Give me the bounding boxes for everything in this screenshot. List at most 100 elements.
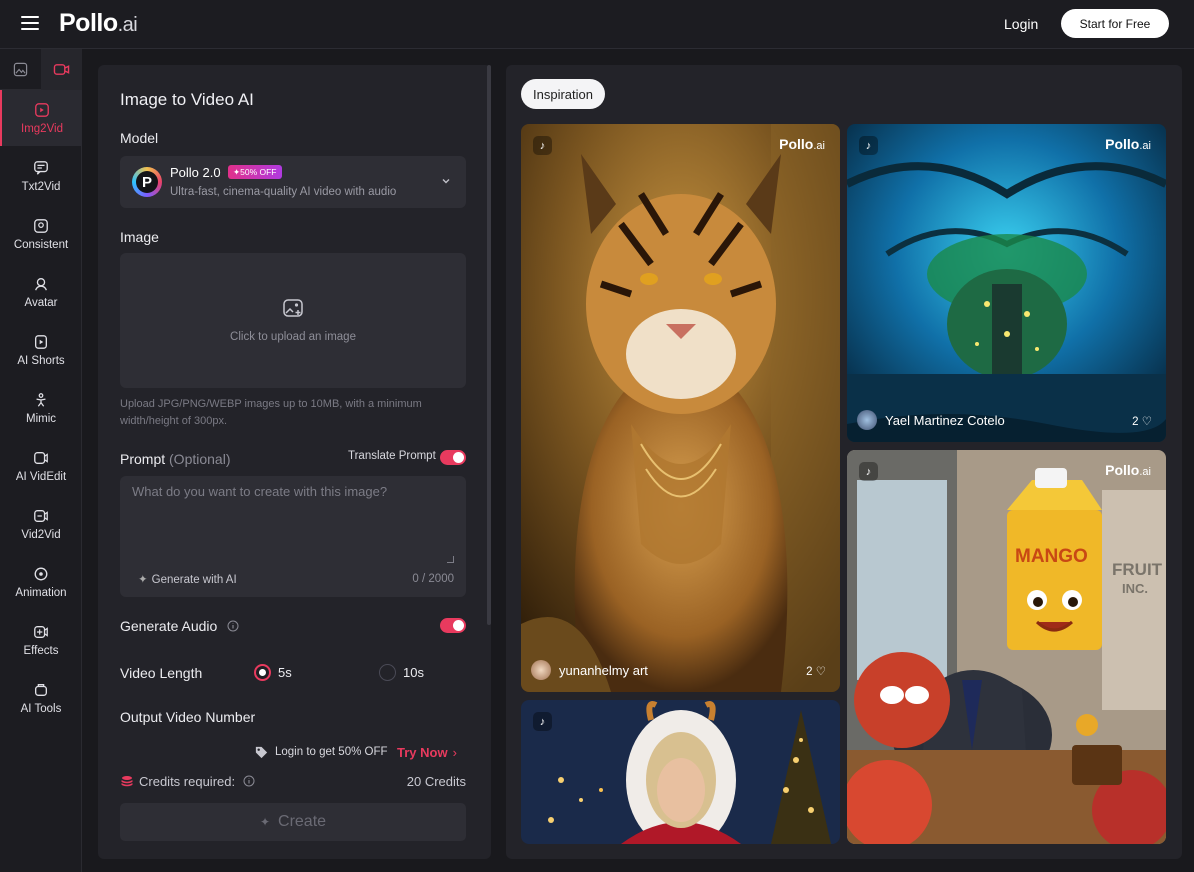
heart-icon: ♡ — [1141, 416, 1152, 428]
pollo-model-logo-icon: P — [132, 167, 162, 197]
model-description: Ultra-fast, cinema-quality AI video with… — [170, 186, 397, 198]
top-bar: Pollo.ai Login Start for Free — [0, 0, 1194, 49]
length-10s-radio[interactable] — [379, 664, 396, 681]
sidebar-item-txt2vid[interactable]: Txt2Vid — [0, 148, 82, 204]
tag-icon — [255, 746, 268, 759]
logo[interactable]: Pollo.ai — [59, 9, 138, 38]
mimic-icon — [36, 392, 46, 407]
length-5s-radio[interactable] — [254, 664, 271, 681]
svg-text:FRUIT: FRUIT — [1112, 560, 1163, 579]
menu-icon[interactable] — [21, 16, 39, 30]
sidebar-item-img2vid[interactable]: Img2Vid — [0, 90, 82, 146]
info-icon[interactable] — [227, 620, 239, 632]
card-author[interactable]: Yael Martinez Cotelo — [857, 410, 1005, 430]
translate-prompt-label: Translate Prompt — [348, 450, 436, 462]
tab-inspiration[interactable]: Inspiration — [521, 79, 605, 109]
svg-text:MANGO: MANGO — [1015, 546, 1088, 567]
video-edit-icon — [34, 451, 48, 464]
translate-prompt-toggle[interactable] — [440, 450, 466, 465]
tiktok-icon: ♪ — [533, 712, 552, 731]
card-watermark: Pollo.ai — [779, 136, 825, 152]
sidebar-item-label: Vid2Vid — [21, 528, 61, 541]
sidebar-item-label: Mimic — [25, 412, 57, 425]
sidebar-item-ai-tools[interactable]: AI Tools — [0, 670, 82, 726]
length-5s-label[interactable]: 5s — [278, 665, 292, 680]
generate-with-ai-button[interactable]: ✦ Generate with AI — [138, 572, 237, 586]
create-button[interactable]: ✦ Create — [120, 803, 466, 841]
tab-image-mode[interactable] — [0, 49, 41, 90]
image-label: Image — [120, 229, 159, 245]
sidebar-item-vid2vid[interactable]: Vid2Vid — [0, 496, 82, 552]
generate-audio-label: Generate Audio — [120, 618, 239, 634]
fantasy-tree-image — [847, 124, 1166, 442]
model-label: Model — [120, 130, 159, 146]
tiktok-icon: ♪ — [533, 136, 552, 155]
inspiration-gallery: Inspiration ♪ Pollo.ai yunanhelmy art 2 … — [506, 65, 1182, 859]
sidebar-item-label: Consistent — [13, 238, 69, 251]
sidebar: Img2Vid Txt2Vid Consistent Avatar AI Shorts M… — [0, 49, 82, 872]
sidebar-item-label: Txt2Vid — [21, 180, 61, 193]
prompt-textarea[interactable]: What do you want to create with this ima… — [120, 476, 466, 597]
start-for-free-button[interactable]: Start for Free — [1061, 9, 1169, 38]
generate-audio-toggle[interactable] — [440, 618, 466, 633]
credits-coin-icon — [121, 776, 133, 787]
christmas-woman-image — [521, 700, 840, 844]
sidebar-item-label: AI VidEdit — [15, 470, 67, 483]
image-upload-area[interactable]: Click to upload an image — [120, 253, 466, 388]
login-link[interactable]: Login — [1004, 16, 1038, 32]
upload-text: Click to upload an image — [230, 331, 356, 343]
text-to-video-icon — [34, 160, 48, 175]
panel-scrollbar[interactable] — [487, 65, 491, 625]
upload-image-icon — [283, 299, 303, 317]
sidebar-item-ai-videdit[interactable]: AI VidEdit — [0, 438, 82, 494]
consistent-icon — [34, 218, 48, 233]
sidebar-item-effects[interactable]: Effects — [0, 612, 82, 668]
sidebar-item-label: Avatar — [24, 296, 58, 309]
avatar-icon — [35, 277, 47, 290]
sidebar-item-label: Img2Vid — [21, 122, 63, 135]
credits-info-icon[interactable] — [243, 775, 255, 787]
output-number-label: Output Video Number — [120, 709, 256, 725]
gallery-card-tiger[interactable]: ♪ Pollo.ai yunanhelmy art 2 ♡ — [521, 124, 840, 692]
credits-value: 20 Credits — [406, 774, 466, 789]
card-watermark: Pollo.ai — [1105, 136, 1151, 152]
sidebar-item-label: AI Tools — [20, 702, 62, 715]
gallery-card-mango[interactable]: FRUIT INC. MANGO ♪ Pollo.ai — [847, 450, 1166, 844]
sidebar-item-label: Effects — [23, 644, 59, 657]
avatar — [857, 410, 877, 430]
model-selector[interactable]: P Pollo 2.0 ✦50% OFF Ultra-fast, cinema-… — [120, 156, 466, 208]
sidebar-item-label: AI Shorts — [17, 354, 65, 367]
gallery-card-fantasy-tree[interactable]: ♪ Pollo.ai Yael Martinez Cotelo 2 ♡ — [847, 124, 1166, 442]
credits-required-label: Credits required: — [139, 774, 255, 789]
image-to-video-icon — [35, 102, 49, 117]
card-likes[interactable]: 2 ♡ — [1132, 414, 1152, 428]
length-10s-label[interactable]: 10s — [403, 665, 424, 680]
resize-handle-icon[interactable] — [447, 556, 454, 563]
sidebar-item-mimic[interactable]: Mimic — [0, 380, 82, 436]
discount-badge: ✦50% OFF — [228, 165, 282, 179]
chevron-down-icon — [442, 179, 450, 184]
tab-video-mode[interactable] — [41, 49, 82, 90]
video-to-video-icon — [34, 509, 48, 522]
mango-carton-image: FRUIT INC. MANGO — [847, 450, 1166, 844]
login-promo-text: Login to get 50% OFF — [275, 746, 388, 758]
try-now-link[interactable]: Try Now › — [397, 745, 457, 760]
card-author[interactable]: yunanhelmy art — [531, 660, 648, 680]
card-watermark: Pollo.ai — [1105, 462, 1151, 478]
sidebar-item-ai-shorts[interactable]: AI Shorts — [0, 322, 82, 378]
image-icon — [13, 62, 28, 77]
char-count: 0 / 2000 — [412, 573, 454, 585]
video-length-label: Video Length — [120, 665, 203, 681]
prompt-placeholder: What do you want to create with this ima… — [132, 484, 388, 499]
avatar — [531, 660, 551, 680]
shorts-icon — [35, 334, 47, 349]
card-likes[interactable]: 2 ♡ — [806, 664, 826, 678]
sidebar-item-label: Animation — [15, 586, 67, 599]
sidebar-item-consistent[interactable]: Consistent — [0, 206, 82, 262]
sidebar-mode-tabs — [0, 49, 82, 90]
page-title: Image to Video AI — [120, 90, 254, 109]
sidebar-item-avatar[interactable]: Avatar — [0, 264, 82, 320]
sidebar-item-animation[interactable]: Animation — [0, 554, 82, 610]
gallery-card-christmas-woman[interactable]: ♪ — [521, 700, 840, 844]
tiger-image — [521, 124, 840, 692]
